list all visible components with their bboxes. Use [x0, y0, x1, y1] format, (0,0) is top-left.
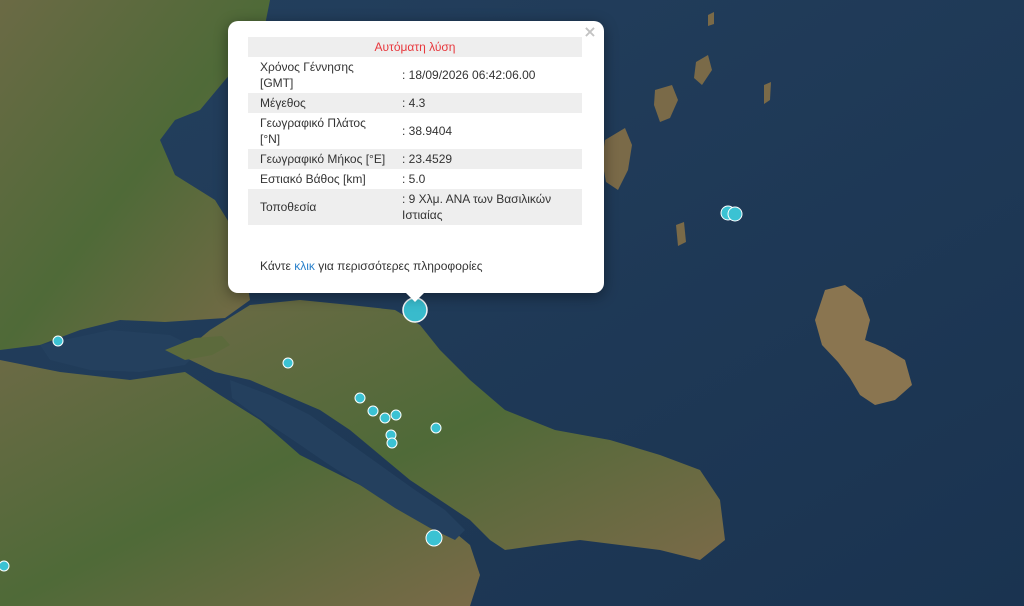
- earthquake-info-table: Αυτόματη λύση Χρόνος Γέννησης [GMT] : 18…: [248, 37, 582, 225]
- location-label: Τοποθεσία: [248, 189, 390, 225]
- earthquake-marker[interactable]: [52, 335, 64, 347]
- earthquake-marker[interactable]: [379, 412, 391, 424]
- earthquake-marker[interactable]: [367, 405, 379, 417]
- popup-tip: [405, 292, 425, 302]
- earthquake-marker[interactable]: [282, 357, 294, 369]
- location-value: : 9 Χλμ. ΑΝΑ των Βασιλικών Ιστιαίας: [390, 189, 582, 225]
- earthquake-marker[interactable]: [386, 437, 398, 449]
- latitude-label: Γεωγραφικό Πλάτος [°N]: [260, 116, 366, 146]
- latitude-value: : 38.9404: [402, 124, 453, 138]
- table-row: Μέγεθος : 4.3: [248, 93, 582, 113]
- longitude-label: Γεωγραφικό Μήκος [°E]: [248, 149, 390, 169]
- table-row: Εστιακό Βάθος [km] : 5.0: [248, 169, 582, 189]
- earthquake-popup: × Αυτόματη λύση Χρόνος Γέννησης [GMT] : …: [228, 21, 604, 293]
- more-info-link[interactable]: κλικ: [294, 259, 315, 273]
- more-info-text: Κάντε κλικ για περισσότερες πληροφορίες: [260, 259, 483, 273]
- magnitude-value: : 4.3: [390, 93, 582, 113]
- longitude-value: : 23.4529: [390, 149, 582, 169]
- table-row: Τοποθεσία : 9 Χλμ. ΑΝΑ των Βασιλικών Ιστ…: [248, 189, 582, 225]
- depth-value: : 5.0: [402, 172, 426, 186]
- earthquake-marker[interactable]: [425, 529, 443, 547]
- earthquake-marker[interactable]: [430, 422, 442, 434]
- earthquake-marker[interactable]: [727, 206, 743, 222]
- table-row: Χρόνος Γέννησης [GMT] : 18/09/2026 06:42…: [248, 57, 582, 93]
- close-icon[interactable]: ×: [582, 24, 598, 40]
- more-info-prefix: Κάντε: [260, 259, 295, 273]
- more-info-suffix: για περισσότερες πληροφορίες: [314, 259, 483, 273]
- earthquake-marker[interactable]: [0, 560, 10, 572]
- table-row: Γεωγραφικό Μήκος [°E] : 23.4529: [248, 149, 582, 169]
- magnitude-label: Μέγεθος: [248, 93, 390, 113]
- earthquake-marker[interactable]: [354, 392, 366, 404]
- earthquake-marker[interactable]: [390, 409, 402, 421]
- origin-time-label: Χρόνος Γέννησης [GMT]: [260, 60, 354, 90]
- table-row: Γεωγραφικό Πλάτος [°N] : 38.9404: [248, 113, 582, 149]
- popup-title: Αυτόματη λύση: [248, 37, 582, 57]
- origin-time-value: : 18/09/2026 06:42:06.00: [402, 68, 536, 82]
- popup-title-row: Αυτόματη λύση: [248, 37, 582, 57]
- depth-label: Εστιακό Βάθος [km]: [260, 172, 366, 186]
